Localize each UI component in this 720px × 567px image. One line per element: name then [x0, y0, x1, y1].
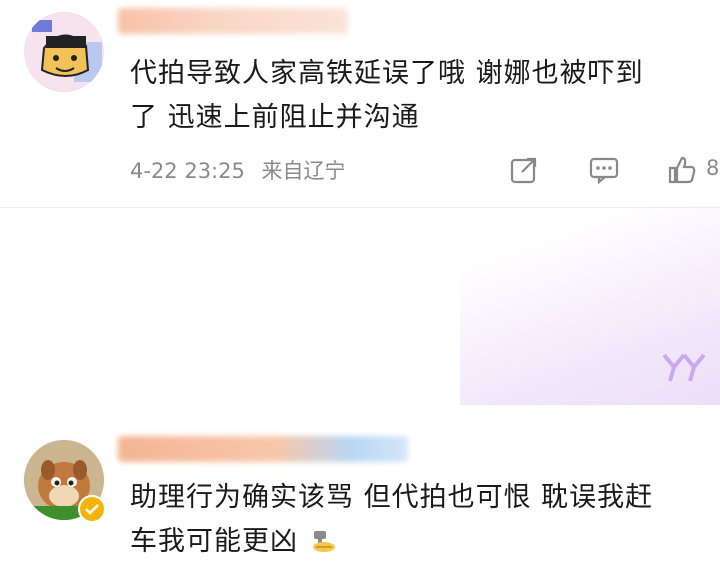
decorative-doodle — [660, 345, 710, 385]
avatar[interactable] — [24, 12, 104, 92]
comment-item: 坤 助理行为确实该骂 但代拍也可恨 耽误我赶 车我可能更凶 — [0, 205, 720, 557]
comment-date: 4-22 23:25 — [130, 159, 245, 183]
comment-line-1: 代拍导致人家高铁延误了哦 谢娜也被吓到 — [130, 58, 644, 89]
like-icon[interactable] — [666, 154, 698, 186]
comment-line-1: 助理行为确实该骂 但代拍也可恨 耽误我赶 — [130, 482, 654, 513]
username-blurred[interactable] — [118, 8, 348, 34]
comment-location: 来自辽宁 — [261, 159, 346, 183]
comment-icon[interactable] — [588, 154, 620, 186]
angry-emoji-icon — [308, 523, 336, 552]
like-count: 8 — [706, 156, 720, 180]
comment-line-2-text: 车我可能更凶 — [130, 526, 298, 557]
comment-item: 代拍导致人家高铁延误了哦 谢娜也被吓到 了 迅速上前阻止并沟通 4-22 23:… — [0, 0, 720, 208]
verified-badge-icon — [78, 495, 106, 523]
share-icon[interactable] — [508, 154, 540, 186]
comment-line-2: 了 迅速上前阻止并沟通 — [130, 102, 420, 133]
comment-text: 代拍导致人家高铁延误了哦 谢娜也被吓到 了 迅速上前阻止并沟通 — [130, 52, 644, 140]
comment-line-2: 车我可能更凶 — [130, 520, 653, 564]
comment-text: 助理行为确实该骂 但代拍也可恨 耽误我赶 车我可能更凶 — [130, 476, 653, 564]
username-blurred[interactable] — [118, 436, 408, 462]
comment-meta: 4-22 23:25 来自辽宁 — [130, 155, 356, 185]
